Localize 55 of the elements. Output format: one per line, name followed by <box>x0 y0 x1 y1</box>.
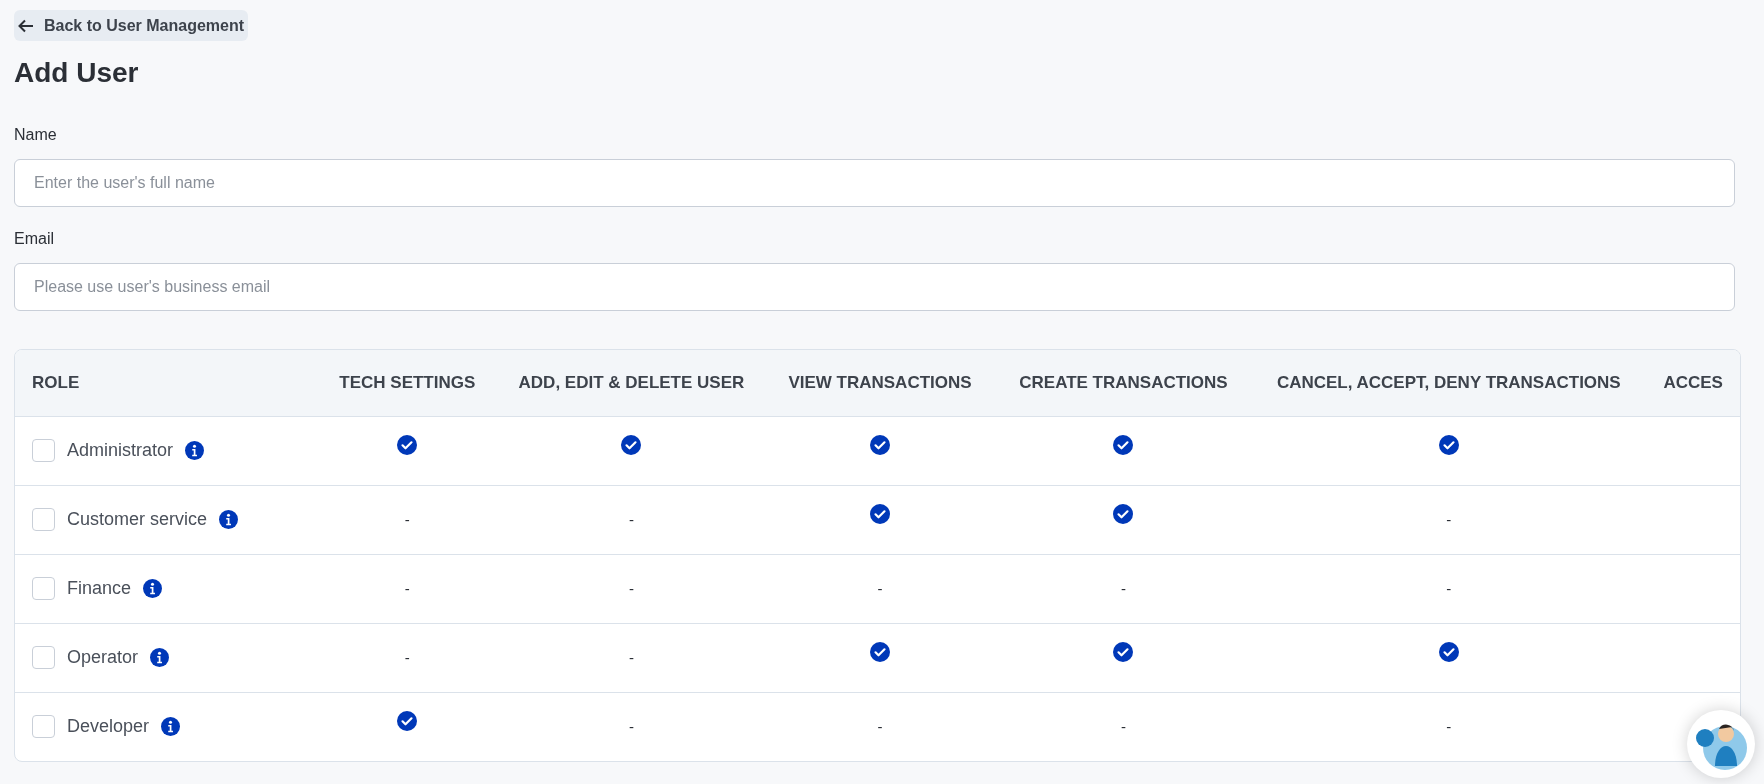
check-circle-icon <box>1113 504 1134 525</box>
page-title: Add User <box>14 56 140 90</box>
info-icon[interactable] <box>143 579 163 598</box>
check-circle-icon <box>1113 435 1134 456</box>
empty-value: - <box>404 648 410 666</box>
chat-assistant-button[interactable] <box>1687 710 1755 778</box>
role-name: Customer service <box>67 508 208 531</box>
checkbox[interactable] <box>32 508 55 531</box>
input-field[interactable]: Please use user's business email <box>14 263 1735 311</box>
info-icon[interactable] <box>161 717 181 737</box>
check-circle-icon <box>870 504 890 525</box>
input-field[interactable]: Enter the user's full name <box>14 159 1735 207</box>
empty-value: - <box>1446 510 1452 528</box>
checkbox[interactable] <box>32 439 55 462</box>
column-header: ACCES <box>1646 350 1740 416</box>
column-header: ROLE <box>15 350 317 416</box>
column-header: CREATE TRANSACTIONS <box>995 350 1252 416</box>
check-circle-icon <box>397 711 418 732</box>
role-name: Developer <box>67 715 150 739</box>
check-circle-icon <box>870 642 890 663</box>
column-header: ADD, EDIT & DELETE USER <box>498 350 765 416</box>
empty-value: - <box>628 579 634 597</box>
info-icon[interactable] <box>150 648 170 667</box>
empty-value: - <box>628 510 634 528</box>
empty-value: - <box>1120 579 1126 597</box>
info-icon[interactable] <box>219 510 239 529</box>
check-circle-icon <box>397 435 418 456</box>
empty-value: - <box>404 510 410 528</box>
empty-value: - <box>404 579 410 597</box>
column-header: TECH SETTINGS <box>316 350 499 416</box>
check-circle-icon <box>1438 435 1459 456</box>
role-name: Administrator <box>67 439 174 462</box>
field-label: Email <box>14 229 55 249</box>
empty-value: - <box>628 717 634 735</box>
empty-value: - <box>877 579 883 597</box>
empty-value: - <box>628 648 634 666</box>
column-header: CANCEL, ACCEPT, DENY TRANSACTIONS <box>1251 350 1647 416</box>
check-circle-icon <box>1438 642 1459 663</box>
empty-value: - <box>1446 717 1452 735</box>
check-circle-icon <box>621 435 642 456</box>
checkbox[interactable] <box>32 715 55 739</box>
check-circle-icon <box>1113 642 1134 663</box>
column-header: VIEW TRANSACTIONS <box>764 350 996 416</box>
back-button[interactable]: Back to User Management <box>14 10 249 41</box>
empty-value: - <box>1446 579 1452 597</box>
checkbox[interactable] <box>32 646 55 669</box>
checkbox[interactable] <box>32 577 55 600</box>
role-name: Operator <box>67 646 139 669</box>
role-name: Finance <box>67 577 132 600</box>
empty-value: - <box>1120 717 1126 735</box>
empty-value: - <box>877 717 883 735</box>
info-icon[interactable] <box>185 441 205 460</box>
check-circle-icon <box>870 435 890 456</box>
arrow-left-icon <box>18 18 34 33</box>
field-label: Name <box>14 125 58 145</box>
